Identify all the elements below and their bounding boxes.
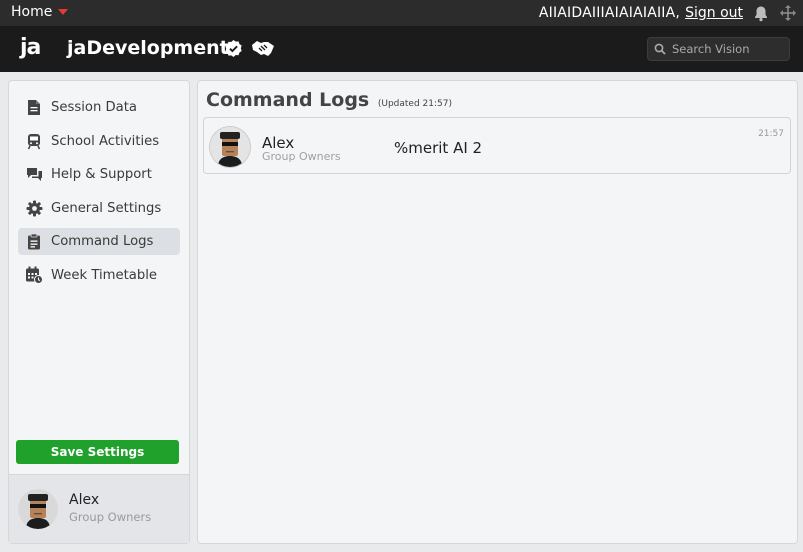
app-header: ja jaDevelopment bbox=[0, 26, 803, 72]
home-menu[interactable]: Home bbox=[11, 4, 69, 20]
log-user-role: Group Owners bbox=[262, 150, 341, 163]
gear-icon bbox=[25, 199, 43, 217]
home-label: Home bbox=[11, 4, 53, 20]
sidebar-item-command-logs[interactable]: Command Logs bbox=[18, 228, 180, 256]
verified-badge-icon bbox=[224, 39, 243, 62]
chat-icon bbox=[25, 166, 43, 184]
calendar-clock-icon bbox=[25, 266, 43, 285]
train-icon bbox=[25, 132, 43, 150]
move-icon[interactable] bbox=[779, 4, 797, 22]
sidebar-item-label: Week Timetable bbox=[51, 267, 157, 283]
clipboard-icon bbox=[25, 233, 43, 251]
search-icon bbox=[654, 40, 666, 59]
logo[interactable]: ja bbox=[20, 35, 41, 60]
sidebar-item-help-support[interactable]: Help & Support bbox=[18, 161, 180, 188]
sidebar-item-week-timetable[interactable]: Week Timetable bbox=[18, 262, 180, 289]
profile-role: Group Owners bbox=[69, 510, 152, 524]
avatar bbox=[210, 127, 250, 167]
sidebar-item-label: Command Logs bbox=[51, 234, 154, 250]
username: AIIAIDAIIIAIAIAIAIIA, bbox=[538, 5, 681, 21]
page-title: Command Logs (Updated 21:57) bbox=[206, 89, 452, 111]
search-box[interactable] bbox=[647, 37, 790, 61]
save-settings-button[interactable]: Save Settings bbox=[16, 440, 179, 464]
sidebar: Session Data School Activities Help & Su… bbox=[8, 80, 190, 544]
search-input[interactable] bbox=[672, 42, 782, 56]
sidebar-item-label: School Activities bbox=[51, 133, 160, 149]
main-panel: Command Logs (Updated 21:57) Alex Group … bbox=[197, 80, 798, 544]
sidebar-item-label: Session Data bbox=[51, 100, 137, 115]
log-entry[interactable]: Alex Group Owners %merit AI 2 21:57 bbox=[203, 117, 791, 174]
user-profile[interactable]: Alex Group Owners bbox=[9, 474, 189, 543]
page-title-text: Command Logs bbox=[206, 89, 370, 111]
top-bar: Home AIIAIDAIIIAIAIAIAIIA, Sign out bbox=[0, 0, 803, 26]
sidebar-item-school-activities[interactable]: School Activities bbox=[18, 128, 180, 155]
sidebar-nav: Session Data School Activities Help & Su… bbox=[18, 94, 180, 296]
bell-icon[interactable] bbox=[753, 5, 769, 22]
profile-name: Alex bbox=[69, 492, 100, 508]
updated-timestamp: (Updated 21:57) bbox=[377, 99, 452, 109]
sidebar-item-label: Help & Support bbox=[51, 167, 152, 183]
log-command: %merit AI 2 bbox=[394, 139, 483, 157]
handshake-icon bbox=[251, 39, 275, 62]
sidebar-item-session-data[interactable]: Session Data bbox=[18, 94, 180, 121]
user-controls: AIIAIDAIIIAIAIAIAIIA, Sign out bbox=[539, 4, 797, 22]
log-time: 21:57 bbox=[758, 129, 784, 139]
sidebar-item-general-settings[interactable]: General Settings bbox=[18, 195, 180, 222]
avatar bbox=[18, 489, 58, 529]
caret-down-icon bbox=[58, 9, 69, 15]
document-icon bbox=[25, 99, 43, 117]
brand-name: jaDevelopment bbox=[67, 37, 229, 59]
sign-out-link[interactable]: Sign out bbox=[685, 5, 743, 21]
sidebar-item-label: General Settings bbox=[51, 200, 162, 216]
